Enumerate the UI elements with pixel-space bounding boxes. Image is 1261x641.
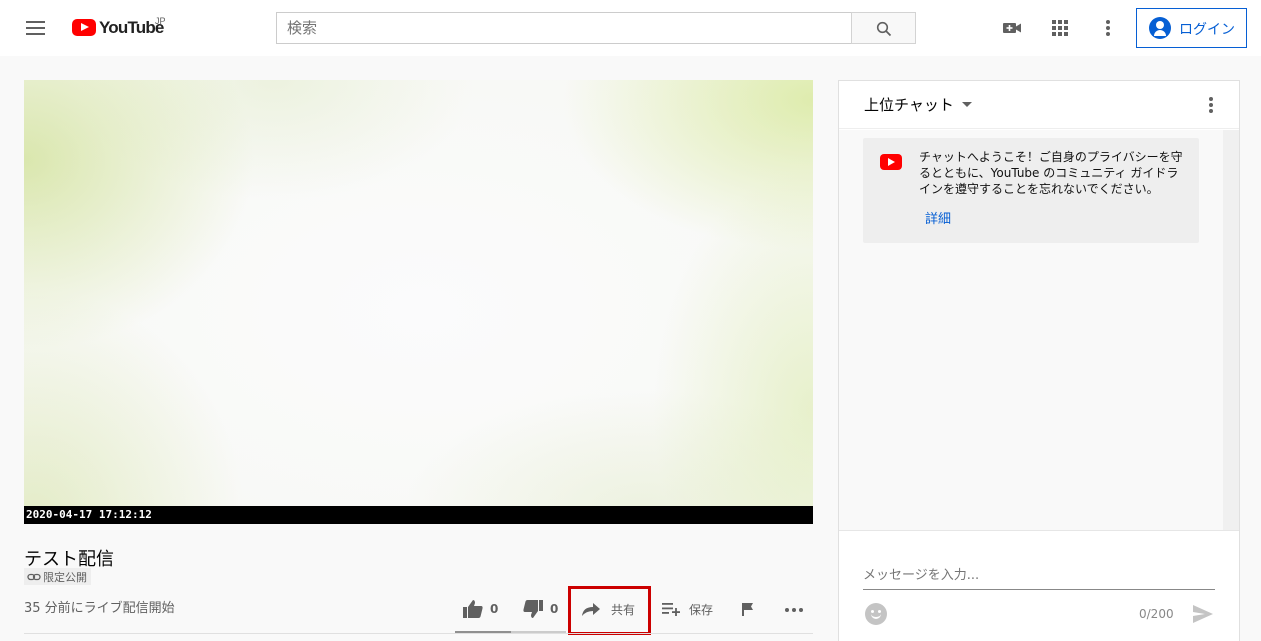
save-label: 保存 (689, 602, 714, 617)
playlist-add-icon (662, 603, 680, 616)
send-icon[interactable] (1191, 604, 1215, 624)
report-button[interactable] (740, 592, 756, 626)
thumbs-up-icon (463, 600, 483, 618)
video-player[interactable]: 2020-04-17 17:12:12 (24, 80, 813, 524)
learn-more-link[interactable]: 詳細 (925, 208, 951, 227)
dropdown-caret-icon (961, 102, 972, 107)
privacy-badge: 限定公開 (24, 568, 91, 585)
login-label: ログイン (1179, 21, 1235, 37)
like-button[interactable]: 0 (462, 592, 498, 626)
settings-more-icon[interactable] (1096, 16, 1120, 40)
chat-message-input[interactable] (863, 566, 1215, 590)
chat-scrollbar[interactable] (1223, 130, 1239, 530)
privacy-label: 限定公開 (43, 570, 87, 584)
search-icon (876, 21, 892, 37)
welcome-banner: チャットへようこそ！ご自身のプライバシーを守るとともに、YouTube のコミュ… (863, 138, 1199, 243)
logo-text: YouTube (99, 18, 164, 37)
chat-more-options-icon[interactable] (1203, 95, 1219, 115)
create-video-icon[interactable] (1000, 16, 1024, 40)
account-circle-icon (1149, 17, 1171, 39)
chat-input-area: 0/200 (839, 530, 1239, 641)
char-count: 0/200 (1139, 607, 1174, 621)
search-box (276, 12, 916, 44)
youtube-logo[interactable]: YouTube JP (72, 16, 172, 41)
live-chat-panel: 上位チャット チャットへようこそ！ご自身のプライバシーを守るとともに、YouTu… (838, 80, 1240, 641)
share-highlight-box (568, 586, 651, 635)
timestamp-overlay: 2020-04-17 17:12:12 (24, 506, 813, 524)
live-start-info: 35 分前にライブ配信開始 (24, 601, 175, 616)
dislike-button[interactable]: 0 (522, 592, 558, 626)
info-divider (24, 633, 813, 634)
more-horizontal-icon (785, 608, 803, 612)
like-count: 0 (490, 602, 499, 616)
chat-header: 上位チャット (839, 81, 1239, 129)
youtube-icon (880, 154, 902, 170)
chat-mode-dropdown[interactable]: 上位チャット (864, 94, 972, 115)
chat-mode-label: 上位チャット (864, 96, 954, 114)
search-input[interactable] (276, 12, 852, 44)
masthead: YouTube JP 検索 ログイン (0, 0, 1261, 56)
thumbs-down-icon (523, 600, 543, 618)
logo-region-code: JP (155, 16, 166, 26)
apps-grid-icon[interactable] (1048, 16, 1072, 40)
flag-icon (742, 603, 753, 616)
welcome-message: チャットへようこそ！ご自身のプライバシーを守るとともに、YouTube のコミュ… (919, 150, 1183, 196)
search-button[interactable] (851, 12, 916, 44)
save-button[interactable]: 保存 (661, 592, 713, 626)
chat-messages: チャットへようこそ！ご自身のプライバシーを守るとともに、YouTube のコミュ… (839, 130, 1223, 530)
guide-menu-icon[interactable] (24, 18, 48, 38)
emoji-icon[interactable] (865, 603, 887, 625)
login-button[interactable]: ログイン (1136, 8, 1247, 48)
youtube-play-icon (72, 19, 96, 36)
more-actions-button[interactable] (782, 592, 806, 626)
dislike-count: 0 (550, 602, 559, 616)
link-icon (27, 573, 41, 580)
